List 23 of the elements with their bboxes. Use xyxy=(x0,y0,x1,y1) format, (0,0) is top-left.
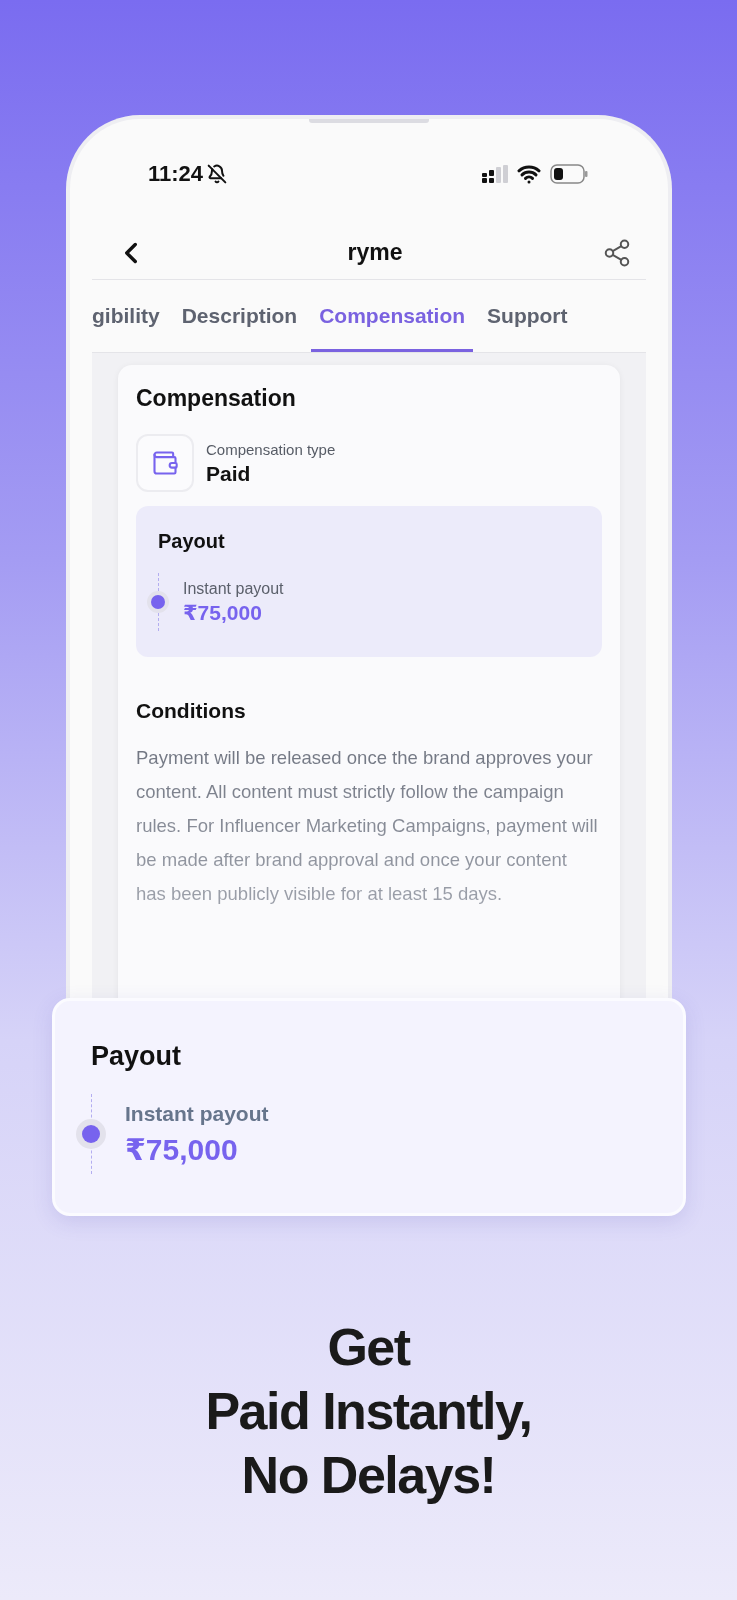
type-value: Paid xyxy=(206,461,252,486)
payout-title: Payout xyxy=(91,1041,183,1072)
screen-title: ryme xyxy=(347,239,403,267)
battery-icon xyxy=(550,164,588,185)
tab[interactable]: Support xyxy=(479,280,576,352)
payout-label: Instant payout xyxy=(125,1101,269,1126)
bell-off-icon xyxy=(207,164,228,185)
share-icon xyxy=(602,237,632,268)
payout-label: Instant payout xyxy=(183,579,284,598)
wallet-icon xyxy=(151,449,179,477)
payout-title: Payout xyxy=(158,530,226,553)
tab[interactable]: gibility xyxy=(92,280,168,352)
share-button[interactable] xyxy=(602,237,632,268)
type-label: Compensation type xyxy=(206,440,336,458)
payout-amount: ₹75,000 xyxy=(125,1131,239,1167)
payout-amount: ₹75,000 xyxy=(183,600,263,625)
signal-icon xyxy=(482,165,508,184)
conditions-title: Conditions xyxy=(136,699,247,723)
tab[interactable]: Description xyxy=(173,280,306,352)
headline: Get Paid Instantly, No Delays! xyxy=(204,1317,533,1506)
timeline-dot xyxy=(151,595,165,609)
status-time: 11:24 xyxy=(148,161,204,188)
card-title: Compensation xyxy=(136,385,297,412)
